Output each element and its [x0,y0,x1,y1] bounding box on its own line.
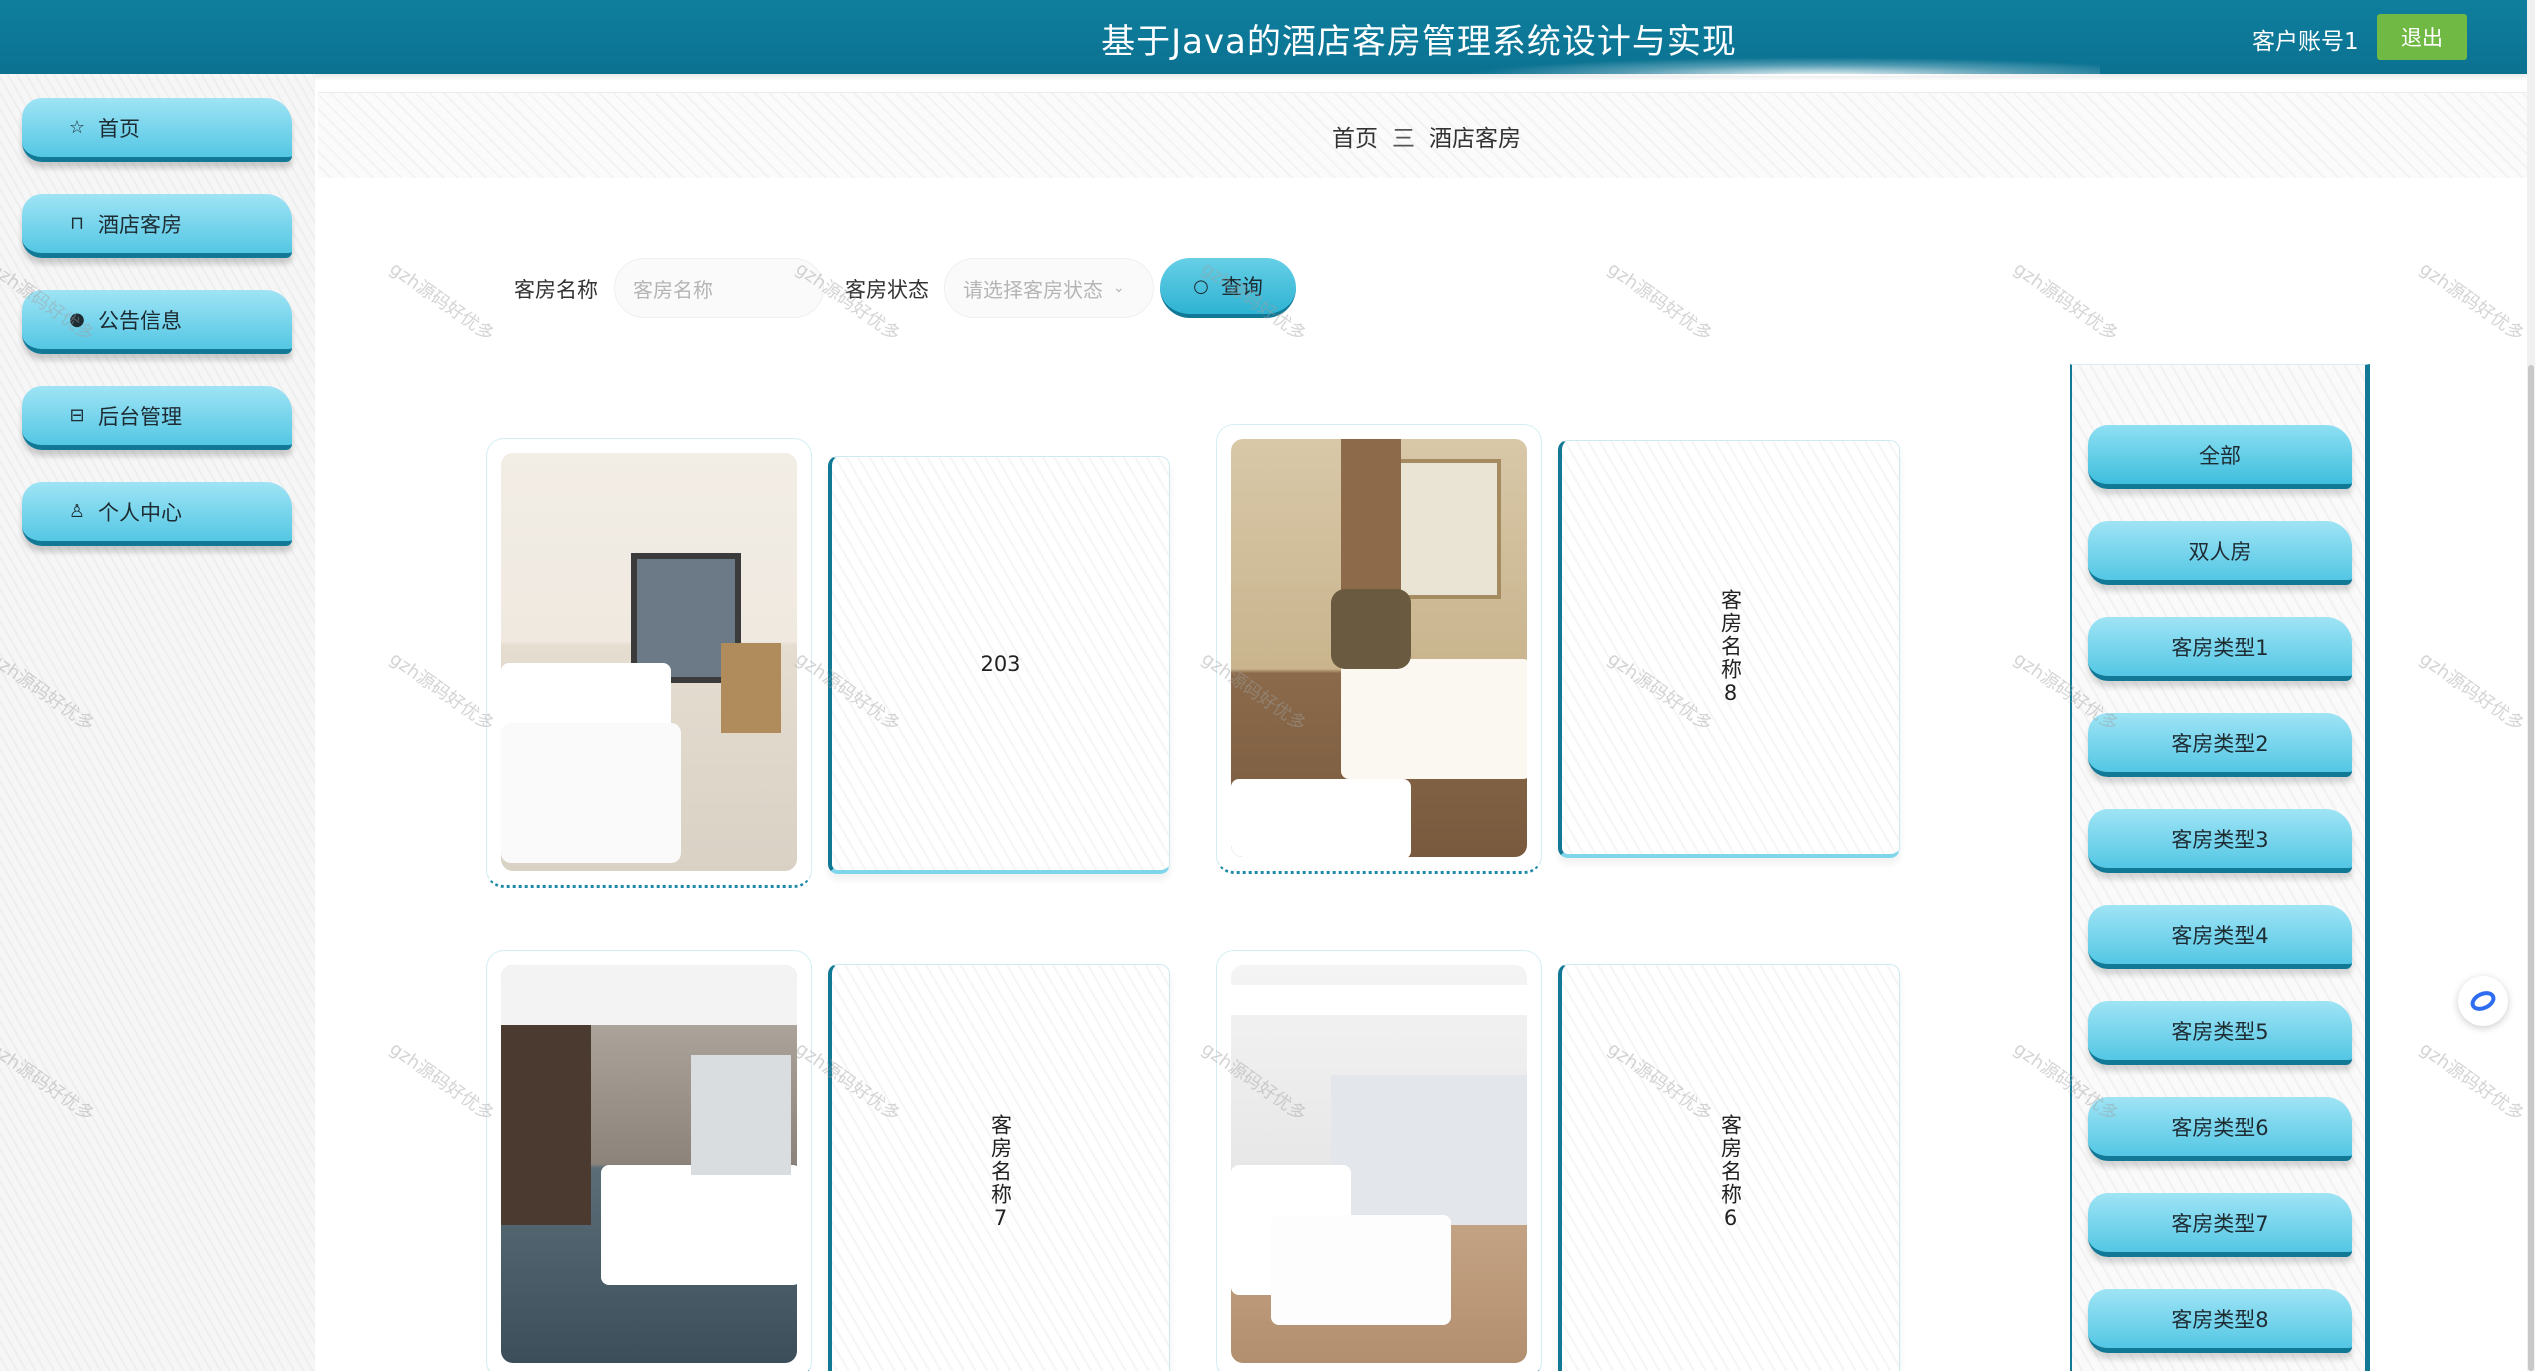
watermark: gzh源码好优多 [2009,258,2122,346]
watermark: gzh源码好优多 [385,1038,498,1126]
room-photo-card[interactable] [1216,950,1542,1371]
header-bar: 基于Java的酒店客房管理系统设计与实现 客户账号1 退出 [0,0,2527,76]
filter-type-6[interactable]: 客房类型6 [2088,1097,2352,1161]
box-icon: ⊟ [69,405,85,426]
room-name-card[interactable]: 客房名称6 [1558,964,1900,1371]
app-title: 基于Java的酒店客房管理系统设计与实现 [1101,22,1737,62]
sidebar: ☆ 首页 ⊓ 酒店客房 ● 公告信息 ⊟ 后台管理 ♙ 个人中心 [0,74,315,1371]
room-name-input[interactable]: 客房名称 [614,258,824,318]
room-photo [1231,965,1527,1363]
filter-type-7[interactable]: 客房类型7 [2088,1193,2352,1257]
scrollbar-thumb[interactable] [2528,365,2534,1371]
search-button-label: 查询 [1220,275,1263,299]
breadcrumb-separator: 三 [1392,125,1415,152]
chevron-down-icon: ⌄ [1113,280,1125,296]
room-name: 客房名称6 [1718,1113,1743,1232]
filter-type-5[interactable]: 客房类型5 [2088,1001,2352,1065]
room-name: 客房名称8 [1718,588,1743,707]
filter-all[interactable]: 全部 [2088,425,2352,489]
filter-type-3[interactable]: 客房类型3 [2088,809,2352,873]
room-photo-card[interactable] [486,950,812,1371]
star-icon: ☆ [68,117,86,138]
sidebar-item-notices[interactable]: ● 公告信息 [22,290,292,354]
room-photo [1231,439,1527,857]
bag-icon: ⊓ [69,213,85,234]
room-status-label: 客房状态 [845,278,929,302]
watermark: gzh源码好优多 [2415,648,2528,736]
watermark: gzh源码好优多 [385,648,498,736]
sidebar-item-label: 个人中心 [98,500,182,525]
sidebar-item-label: 首页 [98,116,140,141]
watermark: gzh源码好优多 [1603,258,1716,346]
watermark: gzh源码好优多 [385,258,498,346]
assistant-icon [2470,991,2496,1011]
info-icon: ● [69,309,85,330]
breadcrumb-home[interactable]: 首页 [1332,119,1378,153]
sidebar-item-label: 公告信息 [98,308,182,333]
filter-type-2[interactable]: 客房类型2 [2088,713,2352,777]
filter-double-room[interactable]: 双人房 [2088,521,2352,585]
sidebar-item-profile[interactable]: ♙ 个人中心 [22,482,292,546]
room-name-label: 客房名称 [514,278,598,302]
room-status-select[interactable]: 请选择客房状态 ⌄ [944,258,1154,318]
sidebar-item-admin[interactable]: ⊟ 后台管理 [22,386,292,450]
room-name-card[interactable]: 客房名称7 [828,964,1170,1371]
filter-type-4[interactable]: 客房类型4 [2088,905,2352,969]
room-type-filter-panel: 全部 双人房 客房类型1 客房类型2 客房类型3 客房类型4 客房类型5 客房类… [2070,364,2370,1371]
watermark: gzh源码好优多 [2415,258,2528,346]
watermark: gzh源码好优多 [2415,1038,2528,1126]
sidebar-item-label: 酒店客房 [98,212,182,237]
room-name-card[interactable]: 203 [828,456,1170,874]
breadcrumb: 首页 三 酒店客房 [318,92,2535,178]
filter-type-8[interactable]: 客房类型8 [2088,1289,2352,1353]
room-photo-card[interactable] [1216,424,1542,874]
room-name: 203 [980,651,1021,676]
room-photo [501,453,797,871]
account-name: 客户账号1 [2252,29,2359,55]
sidebar-item-home[interactable]: ☆ 首页 [22,98,292,162]
breadcrumb-current: 酒店客房 [1429,125,1521,152]
sidebar-item-label: 后台管理 [98,404,182,429]
room-status-placeholder: 请选择客房状态 [963,277,1103,302]
room-name: 客房名称7 [988,1113,1013,1232]
search-button[interactable]: ○ 查询 [1160,258,1296,318]
search-icon: ○ [1193,275,1209,297]
page: 基于Java的酒店客房管理系统设计与实现 客户账号1 退出 ☆ 首页 ⊓ 酒店客… [0,0,2535,1371]
room-photo [501,965,797,1363]
floating-assistant-button[interactable] [2458,976,2508,1026]
filter-type-1[interactable]: 客房类型1 [2088,617,2352,681]
room-name-placeholder: 客房名称 [633,277,713,302]
user-icon: ♙ [68,501,86,522]
sidebar-item-rooms[interactable]: ⊓ 酒店客房 [22,194,292,258]
room-photo-card[interactable] [486,438,812,888]
room-name-card[interactable]: 客房名称8 [1558,440,1900,858]
logout-button[interactable]: 退出 [2377,14,2467,60]
